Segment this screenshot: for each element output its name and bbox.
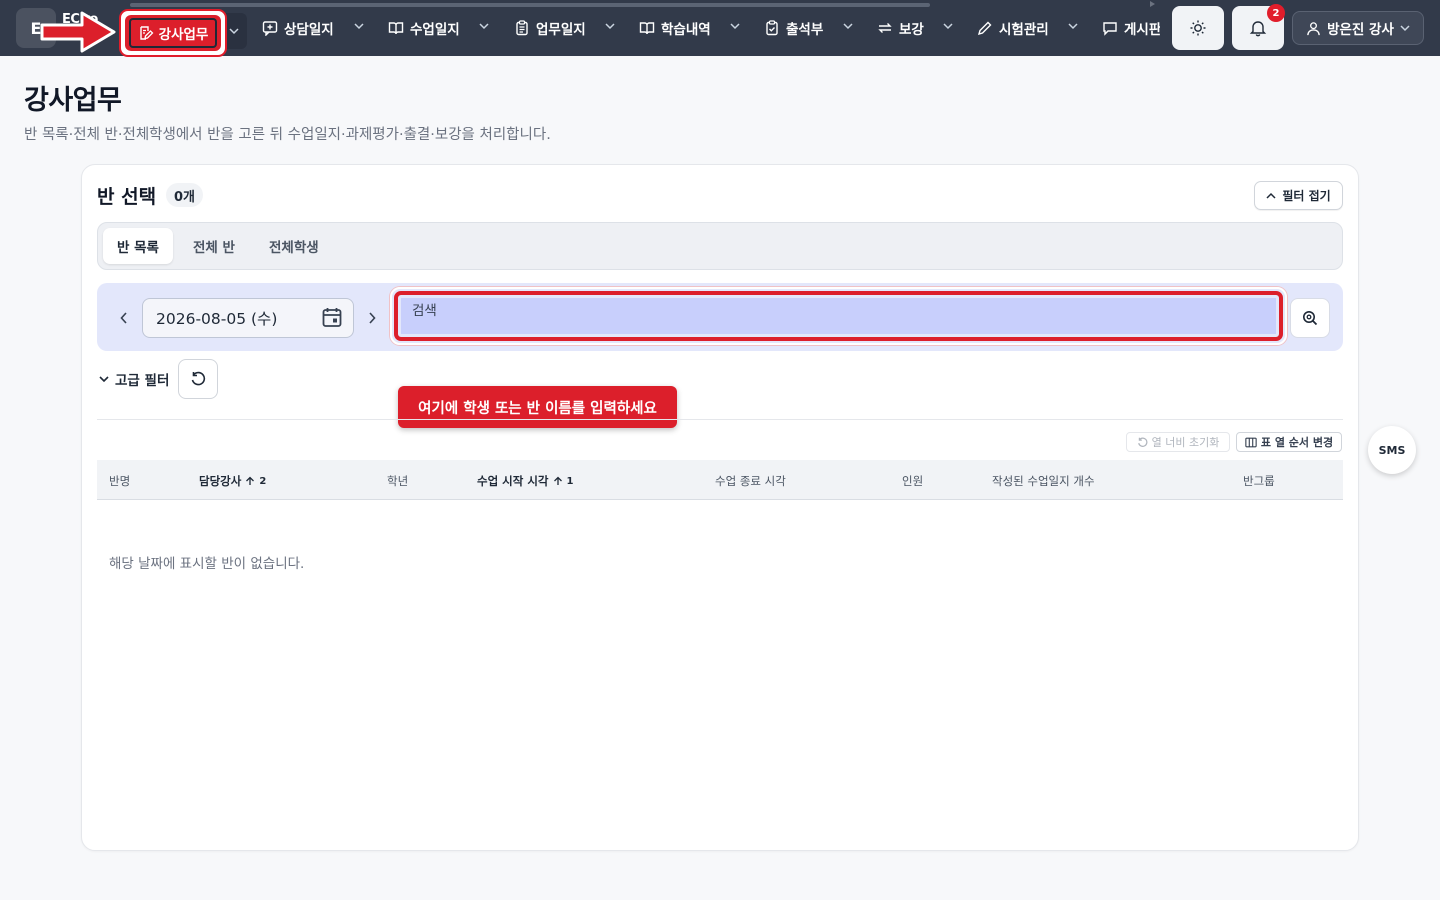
page-description: 반 목록·전체 반·전체학생에서 반을 고른 뒤 수업일지·과제평가·출결·보강… (24, 127, 551, 143)
theme-toggle-button[interactable] (1172, 6, 1224, 50)
chevron-left-icon (120, 312, 127, 324)
column-headcount[interactable]: 인원 (902, 473, 923, 489)
repeat-icon (878, 23, 892, 33)
message-plus-icon (262, 21, 278, 36)
column-class-name[interactable]: 반명 (109, 473, 130, 489)
nav-scrollbar[interactable] (130, 3, 930, 7)
calendar-icon[interactable] (322, 307, 342, 328)
prev-date-button[interactable] (115, 308, 133, 328)
chevron-down-icon[interactable] (943, 22, 953, 30)
columns-icon (1245, 437, 1257, 447)
chevron-down-icon (229, 28, 239, 35)
reset-column-width-button[interactable]: 열 너비 초기화 (1126, 432, 1230, 452)
zoom-search-icon (1303, 311, 1318, 326)
chevron-down-icon[interactable] (843, 22, 853, 30)
search-input[interactable] (401, 298, 1276, 334)
tab-class-list[interactable]: 반 목록 (103, 228, 173, 264)
sun-icon (1190, 20, 1206, 36)
rotate-ccw-icon (1137, 437, 1148, 447)
book-open-icon (639, 22, 655, 35)
user-icon (1307, 21, 1320, 35)
nav-item-class-log[interactable]: 수업일지 (388, 12, 460, 44)
next-date-button[interactable] (363, 308, 381, 328)
rotate-ccw-icon (191, 371, 206, 386)
tab-all-students[interactable]: 전체학생 (255, 228, 333, 264)
sms-button[interactable]: SMS (1368, 426, 1416, 474)
chevron-down-icon[interactable] (354, 22, 364, 30)
bell-icon (1249, 21, 1267, 37)
nav-item-counseling-log[interactable]: 상담일지 (262, 12, 334, 44)
column-end-time[interactable]: 수업 종료 시각 (715, 473, 786, 489)
chevron-down-icon (99, 376, 109, 383)
chevron-down-icon[interactable] (479, 22, 489, 30)
nav-item-work-log[interactable]: 업무일지 (514, 12, 586, 44)
nav-item-makeup[interactable]: 보강 (877, 12, 924, 44)
column-class-group[interactable]: 반그룹 (1243, 473, 1275, 489)
guide-tooltip: 여기에 학생 또는 반 이름를 입력하세요 (398, 386, 677, 428)
reset-filter-button[interactable] (178, 359, 218, 399)
chevron-down-icon[interactable] (1068, 22, 1078, 30)
card-title: 반 선택 (97, 186, 157, 208)
change-column-order-button[interactable]: 표 열 순서 변경 (1236, 432, 1342, 452)
column-start-time[interactable]: 수업 시작 시각 1 (477, 473, 573, 489)
tab-all-classes[interactable]: 전체 반 (179, 228, 249, 264)
message-square-icon (1103, 22, 1117, 36)
search-button[interactable] (1290, 298, 1330, 338)
pencil-icon (977, 21, 992, 36)
divider (97, 419, 1343, 420)
nav-item-attendance[interactable]: 출석부 (764, 12, 823, 44)
arrow-up-icon (246, 476, 255, 485)
nav-scroll-right-icon[interactable] (1150, 1, 1155, 7)
arrow-up-icon (553, 476, 562, 485)
user-menu-button[interactable]: 방은진 강사 (1292, 11, 1424, 45)
clipboard-list-icon (516, 20, 528, 36)
chevron-down-icon[interactable] (730, 22, 740, 30)
chevron-right-icon (369, 312, 376, 324)
collapse-filter-button[interactable]: 필터 접기 (1254, 181, 1343, 210)
column-teacher[interactable]: 담당강사 2 (199, 473, 266, 489)
notification-badge: 2 (1267, 4, 1285, 22)
nav-item-board[interactable]: 게시판 (1102, 12, 1160, 44)
chevron-down-icon[interactable] (605, 22, 615, 30)
empty-state-message: 해당 날짜에 표시할 반이 없습니다. (109, 556, 305, 572)
book-open-icon (388, 22, 404, 35)
nav-item-exam-management[interactable]: 시험관리 (977, 12, 1049, 44)
clipboard-check-icon (766, 20, 778, 36)
chevron-up-icon (1266, 192, 1276, 199)
advanced-filter-toggle[interactable]: 고급 필터 (99, 369, 169, 389)
nav-item-learning-history[interactable]: 학습내역 (639, 12, 711, 44)
highlight-inner-frame (129, 18, 217, 48)
column-log-count[interactable]: 작성된 수업일지 개수 (992, 473, 1095, 489)
column-grade[interactable]: 학년 (387, 473, 408, 489)
chevron-down-icon (1400, 25, 1410, 32)
class-count-badge: 0개 (166, 183, 204, 207)
page-title: 강사업무 (24, 85, 122, 116)
pointer-arrow-icon (40, 11, 116, 53)
